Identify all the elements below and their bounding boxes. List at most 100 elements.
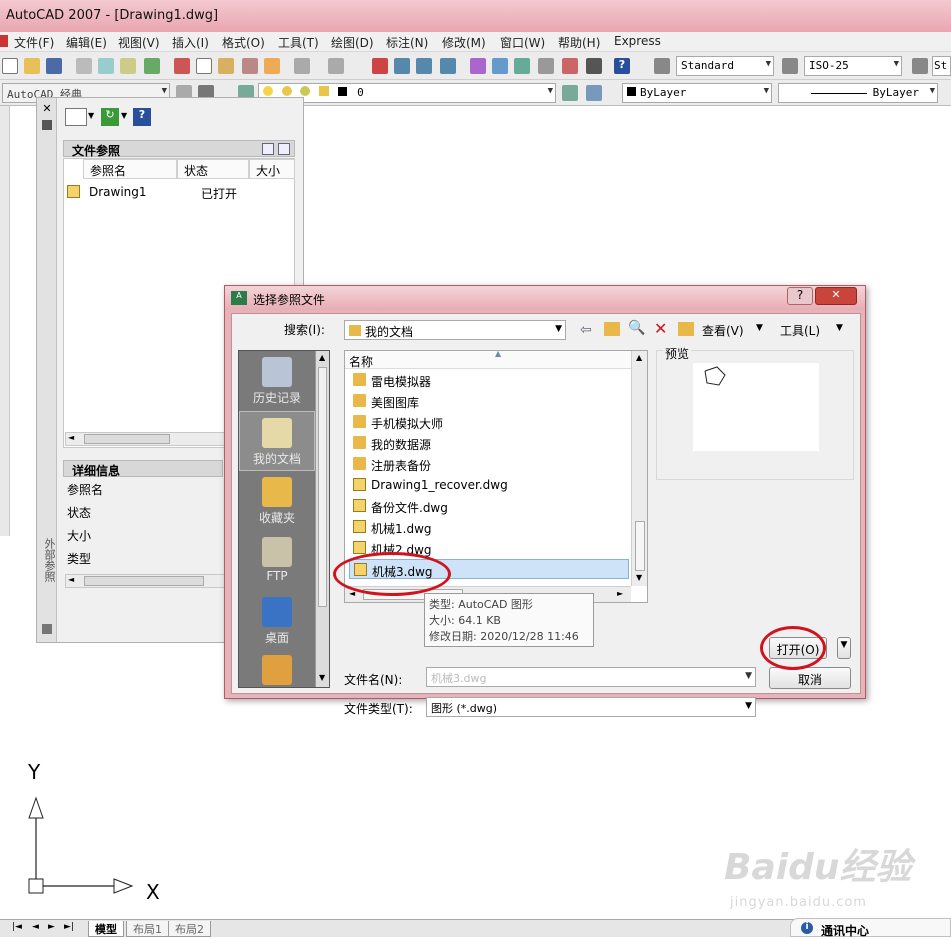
tree-view-icon[interactable] xyxy=(278,143,290,155)
layer-freeze-icon[interactable] xyxy=(281,86,292,96)
chevron-down-icon[interactable]: ▼ xyxy=(756,323,763,333)
places-ftp[interactable]: FTP xyxy=(239,531,315,591)
tab-layout1[interactable]: 布局1 xyxy=(126,921,169,937)
menu-help[interactable]: 帮助(H) xyxy=(558,34,600,51)
list-item[interactable]: 我的数据源 xyxy=(349,433,629,453)
next-tab-icon[interactable]: ► xyxy=(48,922,55,932)
communication-center[interactable]: i 通讯中心 xyxy=(790,918,951,938)
chevron-down-icon[interactable]: ▼ xyxy=(121,111,127,120)
close-icon[interactable]: ✕ xyxy=(41,102,53,115)
make-current-layer-icon[interactable] xyxy=(562,85,578,101)
layer-lock-icon[interactable] xyxy=(318,86,329,96)
list-item[interactable]: 备份文件.dwg xyxy=(349,496,629,516)
prev-tab-icon[interactable]: ◄ xyxy=(32,922,39,932)
app-menu-icon[interactable] xyxy=(0,35,8,47)
scroll-thumb[interactable] xyxy=(84,576,204,586)
column-header-size[interactable]: 大小 xyxy=(249,159,295,179)
table-row[interactable]: Drawing1 已打开 xyxy=(65,182,293,202)
3d-dwf-icon[interactable] xyxy=(144,58,160,74)
up-folder-icon[interactable] xyxy=(604,322,620,336)
block-editor-icon[interactable] xyxy=(264,58,280,74)
column-header-name[interactable]: 参照名 xyxy=(83,159,177,179)
places-buzzsaw[interactable] xyxy=(239,649,315,687)
first-tab-icon[interactable]: |◄ xyxy=(12,922,22,932)
paste-icon[interactable] xyxy=(218,58,234,74)
menu-modify[interactable]: 修改(M) xyxy=(442,34,486,51)
list-item[interactable]: 手机模拟大师 xyxy=(349,412,629,432)
tools-menu[interactable]: 工具(L) xyxy=(780,322,820,339)
text-style-icon[interactable] xyxy=(654,58,670,74)
menu-dimension[interactable]: 标注(N) xyxy=(386,34,428,51)
menu-tools[interactable]: 工具(T) xyxy=(278,34,319,51)
look-in-combo[interactable]: 我的文档 ▼ xyxy=(344,320,566,340)
list-item[interactable]: Drawing1_recover.dwg xyxy=(349,475,629,495)
scroll-right-icon[interactable]: ► xyxy=(617,589,623,598)
scroll-down-icon[interactable]: ▼ xyxy=(319,673,325,682)
save-icon[interactable] xyxy=(46,58,62,74)
menu-view[interactable]: 视图(V) xyxy=(118,34,160,51)
column-header-status[interactable]: 状态 xyxy=(177,159,249,179)
open-options-dropdown[interactable]: ▼ xyxy=(837,637,851,659)
menu-express[interactable]: Express xyxy=(614,34,661,48)
cut-icon[interactable] xyxy=(174,58,190,74)
open-icon[interactable] xyxy=(24,58,40,74)
scroll-up-icon[interactable]: ▲ xyxy=(319,353,325,362)
dialog-title-bar[interactable]: A 选择参照文件 ? ✕ xyxy=(225,286,865,310)
layer-previous-icon[interactable] xyxy=(586,85,602,101)
dim-style-combo[interactable]: ISO-25 ▼ xyxy=(804,56,902,76)
menu-edit[interactable]: 编辑(E) xyxy=(66,34,107,51)
sheet-set-icon[interactable] xyxy=(538,58,554,74)
scroll-thumb[interactable] xyxy=(84,434,170,444)
back-icon[interactable]: ⇦ xyxy=(580,322,592,338)
table-style-icon[interactable] xyxy=(912,58,928,74)
table-style-combo[interactable]: St xyxy=(932,56,951,76)
places-history[interactable]: 历史记录 xyxy=(239,351,315,411)
places-scrollbar[interactable]: ▲ ▼ xyxy=(315,351,329,687)
search-web-icon[interactable]: 🔍 xyxy=(628,320,645,336)
pan-icon[interactable] xyxy=(372,58,388,74)
linetype-combo[interactable]: ByLayer ▼ xyxy=(778,83,938,103)
undo-icon[interactable] xyxy=(294,58,310,74)
menu-file[interactable]: 文件(F) xyxy=(14,34,54,51)
zoom-window-icon[interactable] xyxy=(416,58,432,74)
scroll-left-icon[interactable]: ◄ xyxy=(68,575,74,584)
properties-icon[interactable] xyxy=(42,624,52,634)
menu-format[interactable]: 格式(O) xyxy=(222,34,265,51)
layer-viewport-icon[interactable] xyxy=(300,86,311,96)
publish-icon[interactable] xyxy=(120,58,136,74)
zoom-previous-icon[interactable] xyxy=(440,58,456,74)
places-desktop[interactable]: 桌面 xyxy=(239,591,315,651)
redo-icon[interactable] xyxy=(328,58,344,74)
list-item[interactable]: 雷电模拟器 xyxy=(349,370,629,390)
last-tab-icon[interactable]: ►| xyxy=(64,922,74,932)
chevron-down-icon[interactable]: ▼ xyxy=(836,323,843,333)
column-header-name[interactable]: 名称 ▲ xyxy=(345,349,631,369)
scroll-down-icon[interactable]: ▼ xyxy=(636,573,642,582)
list-item[interactable]: 机械1.dwg xyxy=(349,517,629,537)
close-button[interactable]: ✕ xyxy=(815,287,857,305)
properties-icon[interactable] xyxy=(470,58,486,74)
autohide-icon[interactable] xyxy=(42,120,52,130)
list-item[interactable]: 注册表备份 xyxy=(349,454,629,474)
zoom-realtime-icon[interactable] xyxy=(394,58,410,74)
scroll-left-icon[interactable]: ◄ xyxy=(68,433,74,442)
scroll-thumb[interactable] xyxy=(318,367,327,607)
filename-input[interactable]: 机械3.dwg ▼ xyxy=(426,667,756,687)
chevron-down-icon[interactable]: ▼ xyxy=(88,111,94,120)
refresh-icon[interactable]: ↻ xyxy=(101,108,119,126)
design-center-icon[interactable] xyxy=(492,58,508,74)
dim-style-icon[interactable] xyxy=(782,58,798,74)
cancel-button[interactable]: 取消 xyxy=(769,667,851,689)
layer-on-icon[interactable] xyxy=(263,86,273,96)
markup-icon[interactable] xyxy=(562,58,578,74)
calculator-icon[interactable] xyxy=(586,58,602,74)
attach-dwg-icon[interactable] xyxy=(65,108,87,126)
palette-title-strip[interactable]: ✕ 外部参照 xyxy=(37,98,57,642)
new-icon[interactable] xyxy=(2,58,18,74)
details-horizontal-scrollbar[interactable]: ◄ xyxy=(65,574,225,588)
scroll-up-icon[interactable]: ▲ xyxy=(636,353,642,362)
vertical-scrollbar[interactable]: ▲ ▼ xyxy=(631,351,647,586)
menu-draw[interactable]: 绘图(D) xyxy=(331,34,374,51)
filetype-combo[interactable]: 图形 (*.dwg) ▼ xyxy=(426,697,756,717)
help-button[interactable]: ? xyxy=(787,287,813,305)
